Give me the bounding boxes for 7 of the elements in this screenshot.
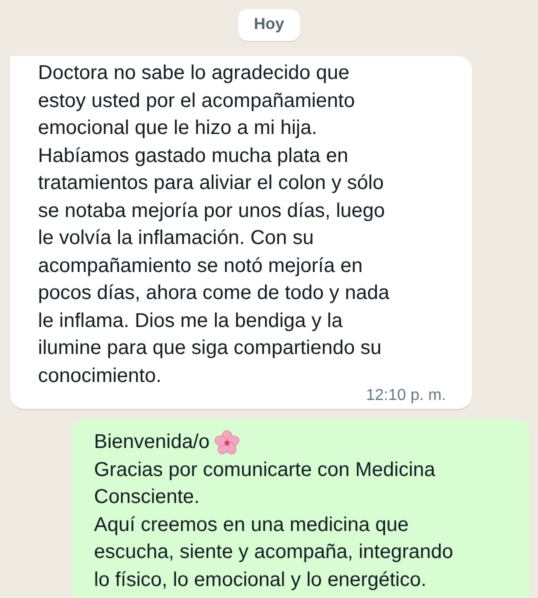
cherry-blossom-icon — [214, 430, 240, 456]
message-time: 12:10 p. m. — [366, 387, 446, 405]
date-divider: Hoy — [238, 9, 300, 41]
message-text: Aquí creemos en una medicina que escucha, siente y acompaña, integrando lo físico, lo emocional y lo energético. — [94, 512, 454, 592]
message-text: Doctora no sabe lo agradecido que estoy usted por el acompañamiento emocional que le hizo a mi hija. Habíamos gastado mucha plata en tratamientos para aliviar el colon y sólo se notaba mejoría por unos días, luego le volvía la inflamación. Con su acompañamiento se notó mejoría en pocos días, ahora come de todo y nada le inflama. Dios me la bendiga y la ilumine para que siga compartiendo su conocimiento. — [38, 61, 390, 388]
message-text: Gracias por comunicarte con Medicina Consciente. — [94, 458, 436, 510]
greeting-text: Bienvenida/o — [94, 430, 210, 455]
